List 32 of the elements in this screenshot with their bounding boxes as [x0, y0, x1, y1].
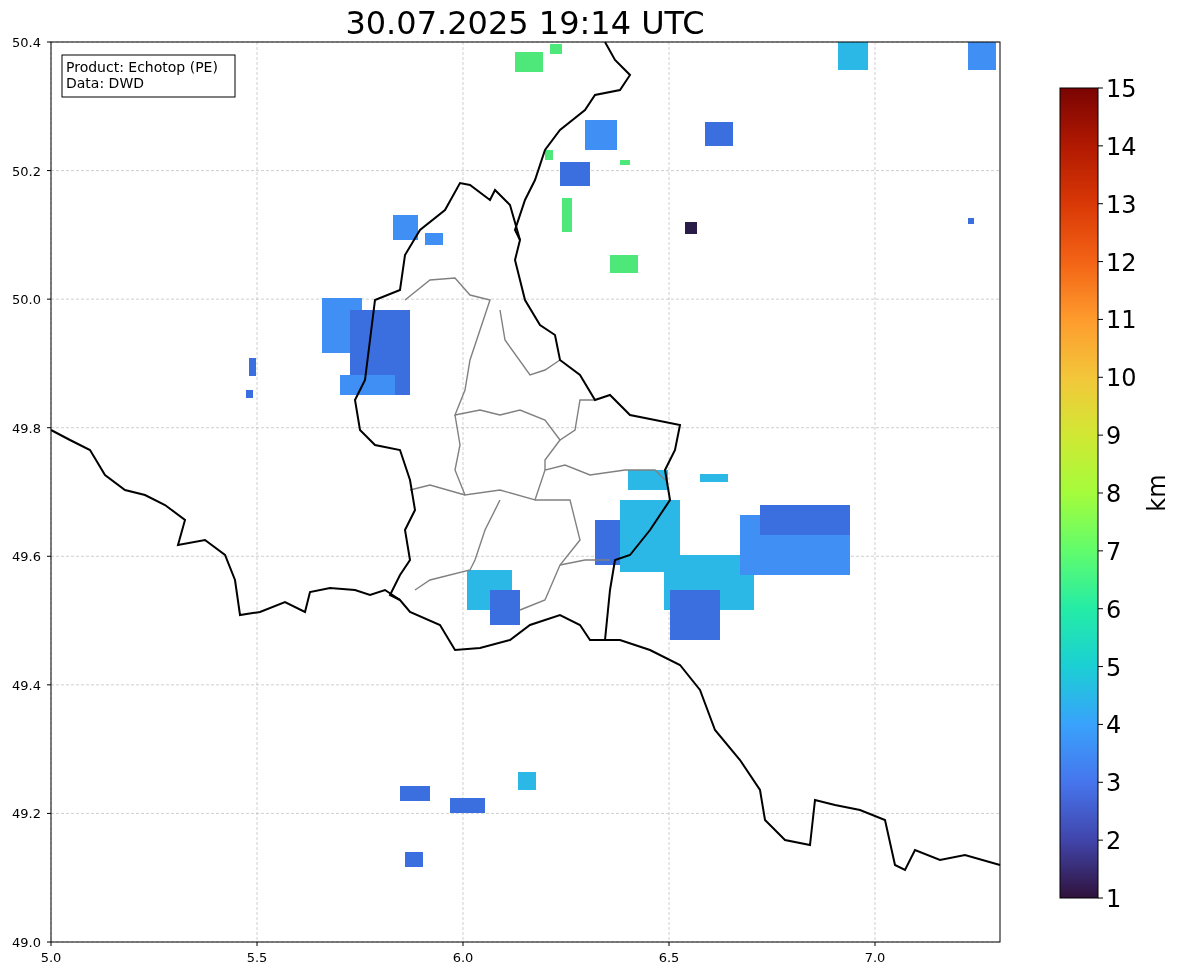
y-tick-label: 49.0 — [12, 935, 41, 950]
colorbar-tick-label: 9 — [1106, 422, 1122, 451]
colorbar-tick-label: 5 — [1106, 653, 1122, 682]
colorbar-tick-label: 13 — [1106, 190, 1137, 219]
y-tick-label: 49.6 — [12, 549, 41, 565]
y-tick-label: 50.2 — [12, 163, 41, 179]
y-tick-label: 49.4 — [12, 677, 41, 693]
y-tick-label: 50.0 — [12, 292, 41, 308]
colorbar-tick-label: 10 — [1106, 364, 1137, 393]
colorbar-tick-label: 1 — [1106, 885, 1122, 913]
info-text: Product: Echotop (PE) — [66, 59, 218, 75]
colorbar-tick-label: 6 — [1106, 595, 1122, 624]
x-tick-label: 6.5 — [658, 950, 680, 965]
colorbar-tick-label: 11 — [1106, 306, 1137, 335]
y-tick-label: 49.2 — [12, 806, 41, 822]
colorbar-tick-label: 7 — [1106, 537, 1122, 566]
plot-title: 30.07.2025 19:14 UTC — [345, 4, 705, 42]
y-tick-label: 49.8 — [12, 420, 41, 436]
y-tick-label: 50.4 — [12, 35, 41, 50]
colorbar-tick-label: 14 — [1106, 132, 1137, 161]
info-text: Data: DWD — [66, 75, 144, 91]
x-tick-label: 5.5 — [246, 950, 268, 965]
x-tick-label: 7.0 — [864, 950, 886, 965]
colorbar-tick-label: 12 — [1106, 248, 1137, 277]
colorbar-tick-label: 3 — [1106, 769, 1122, 798]
x-tick-label: 5.0 — [40, 950, 62, 965]
colorbar-label: km — [1143, 474, 1171, 512]
x-tick-label: 6.0 — [452, 950, 474, 965]
colorbar-tick-label: 4 — [1106, 711, 1122, 740]
colorbar-tick-label: 15 — [1106, 75, 1137, 103]
colorbar-tick-label: 2 — [1106, 827, 1122, 856]
colorbar-tick-label: 8 — [1106, 480, 1122, 508]
